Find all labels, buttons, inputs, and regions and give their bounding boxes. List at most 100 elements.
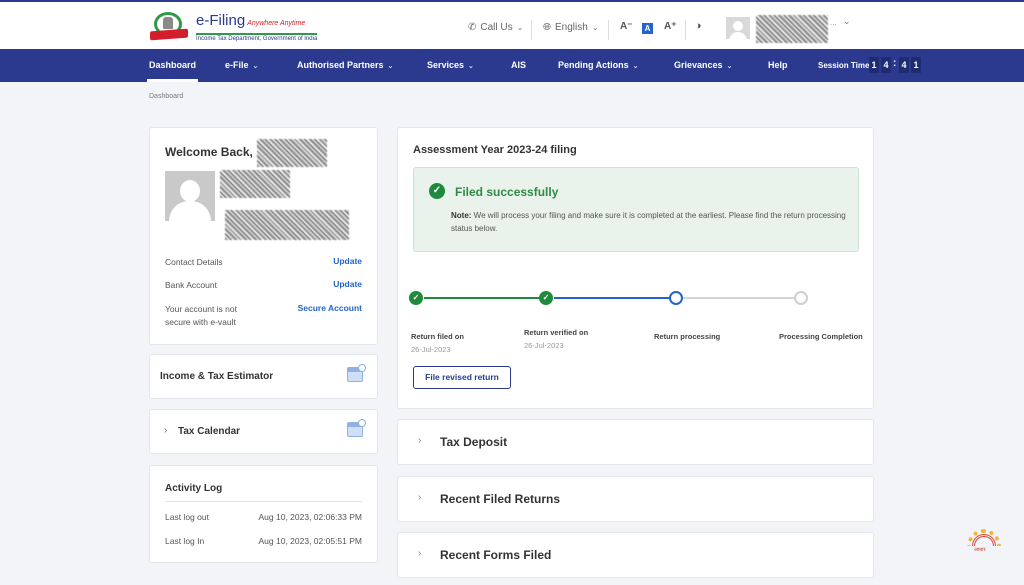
main-nav: Dashboard e-File ⌄ Authorised Partners ⌄ S…	[0, 49, 1024, 82]
estimator-title: Income & Tax Estimator	[160, 371, 274, 382]
step-label-processing: Return processing	[654, 332, 721, 341]
step-label-completion: Processing Completion	[779, 332, 863, 341]
nav-services[interactable]: Services ⌄	[427, 49, 474, 82]
call-us-dropdown[interactable]: ✆ Call Us ⌄	[468, 16, 523, 38]
profile-avatar	[165, 171, 215, 221]
welcome-title: Welcome Back,	[165, 145, 253, 159]
bank-account-label: Bank Account	[165, 280, 217, 290]
accordion-recent-filed-returns[interactable]: › Recent Filed Returns	[397, 476, 874, 522]
contrast-icon[interactable]: ◑	[695, 20, 702, 32]
top-header: e-Filing Anywhere Anytime Income Tax Depa…	[0, 0, 1024, 49]
user-name-redacted[interactable]	[756, 15, 828, 43]
session-digit: 1	[869, 57, 879, 73]
nav-label: Help	[768, 60, 788, 70]
last-login-value: Aug 10, 2023, 02:05:51 PM	[258, 536, 363, 546]
update-bank-link[interactable]: Update	[333, 279, 362, 289]
font-increase-button[interactable]: A⁺	[664, 21, 677, 32]
nav-label: Grievances	[674, 60, 723, 70]
language-dropdown[interactable]: 🌐︎ English ⌄	[543, 16, 599, 38]
chevron-down-icon: ⌄	[726, 63, 733, 70]
accordion-title: Recent Filed Returns	[440, 492, 561, 506]
divider	[685, 20, 686, 40]
step-verified-check-icon: ✓	[539, 291, 553, 305]
check-circle-icon: ✓	[429, 183, 445, 199]
step-date-filed: 26-Jul-2023	[411, 345, 451, 354]
update-contact-link[interactable]: Update	[333, 256, 362, 266]
secure-account-link[interactable]: Secure Account	[298, 303, 362, 313]
emblem-icon	[150, 12, 188, 42]
activity-log-card: Activity Log Last log out Aug 10, 2023, …	[149, 465, 378, 563]
tax-calendar-title: Tax Calendar	[178, 426, 241, 437]
font-decrease-button[interactable]: A⁻	[620, 21, 633, 32]
chevron-right-icon: ›	[418, 435, 422, 446]
progress-line-active	[554, 297, 670, 299]
efiling-logo[interactable]: e-Filing Anywhere Anytime Income Tax Depa…	[150, 11, 318, 42]
user-name-redacted	[220, 170, 290, 198]
last-logout-label: Last log out	[165, 512, 209, 522]
nav-grievances[interactable]: Grievances ⌄	[674, 49, 732, 82]
success-banner: ✓ Filed successfully Note: We will proce…	[413, 167, 859, 252]
progress-line-complete	[424, 297, 546, 299]
success-title: Filed successfully	[455, 185, 559, 199]
accordion-title: Tax Deposit	[440, 435, 508, 449]
filing-status-card: Assessment Year 2023-24 filing ✓ Filed s…	[397, 127, 874, 409]
accordion-recent-forms-filed[interactable]: › Recent Forms Filed	[397, 532, 874, 578]
nav-label: Authorised Partners	[297, 60, 384, 70]
income-tax-estimator-card[interactable]: Income & Tax Estimator	[149, 354, 378, 399]
nav-pending-actions[interactable]: Pending Actions ⌄	[558, 49, 639, 82]
vault-warning-line1: Your account is not	[165, 304, 237, 314]
nav-help[interactable]: Help	[768, 49, 788, 82]
user-avatar[interactable]	[726, 17, 750, 39]
divider	[531, 20, 532, 40]
chevron-down-icon: ⌄	[516, 22, 524, 32]
logo-tagline: Anywhere Anytime	[247, 19, 306, 27]
language-label: English	[555, 21, 588, 33]
chevron-down-icon: ⌄	[252, 63, 259, 70]
logo-title: e-Filing	[196, 11, 246, 29]
font-default-button[interactable]: A	[642, 23, 653, 34]
tax-calendar-card[interactable]: › Tax Calendar	[149, 409, 378, 454]
calculator-icon	[347, 364, 366, 382]
calendar-icon	[347, 419, 366, 437]
nav-ais[interactable]: AIS	[511, 49, 526, 82]
session-digit: 1	[911, 57, 921, 73]
chevron-right-icon: ›	[418, 492, 422, 503]
nav-label: Pending Actions	[558, 60, 629, 70]
divider	[608, 20, 609, 40]
last-login-label: Last log In	[165, 536, 205, 546]
chevron-right-icon: ›	[418, 548, 422, 559]
note-text: We will process your filing and make sur…	[451, 211, 846, 233]
step-processing-indicator	[669, 291, 683, 305]
phone-icon: ✆	[468, 21, 477, 33]
aadhaar-logo-icon[interactable]: आधार	[967, 529, 1001, 555]
contact-details-label: Contact Details	[165, 257, 223, 267]
nav-label: Services	[427, 60, 465, 70]
nav-dashboard[interactable]: Dashboard	[146, 49, 199, 82]
user-id-redacted	[225, 210, 349, 240]
nav-authorised-partners[interactable]: Authorised Partners ⌄	[297, 49, 393, 82]
step-label-verified: Return verified on	[524, 328, 589, 337]
chevron-right-icon: ›	[164, 425, 168, 436]
progress-line-pending	[683, 297, 795, 299]
filing-title: Assessment Year 2023-24 filing	[413, 144, 577, 156]
step-completion-indicator	[794, 291, 808, 305]
breadcrumb[interactable]: Dashboard	[149, 93, 183, 100]
chevron-down-icon: ⌄	[387, 63, 394, 70]
chevron-down-icon: ⌄	[591, 22, 599, 32]
accordion-tax-deposit[interactable]: › Tax Deposit	[397, 419, 874, 465]
nav-label: AIS	[511, 60, 527, 70]
note-label: Note:	[451, 211, 472, 220]
nav-label: Dashboard	[149, 60, 197, 70]
session-digit: 4	[899, 57, 909, 73]
session-digit: 4	[881, 57, 891, 73]
ellipsis: ...	[830, 18, 837, 27]
vault-warning-line2: secure with e-vault	[165, 317, 236, 327]
chevron-down-icon[interactable]: ⌄	[843, 16, 851, 27]
nav-e-file[interactable]: e-File ⌄	[225, 49, 258, 82]
divider	[165, 501, 362, 502]
file-revised-return-button[interactable]: File revised return	[413, 366, 511, 389]
chevron-down-icon: ⌄	[632, 63, 639, 70]
logo-subtitle: Income Tax Department, Government of Ind…	[196, 32, 318, 42]
user-name-redacted	[257, 139, 327, 167]
welcome-card: Welcome Back, Contact Details Update Ban…	[149, 127, 378, 345]
